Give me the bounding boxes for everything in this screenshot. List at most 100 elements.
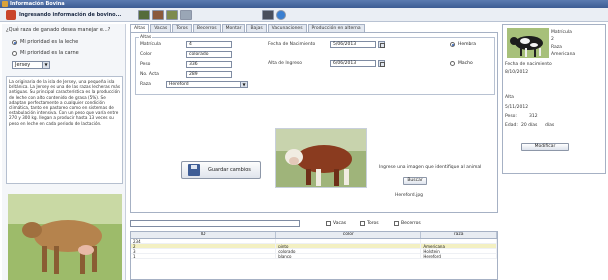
no-acta-label: No. Acta: [140, 72, 159, 77]
column-header-raza[interactable]: raza: [421, 232, 497, 238]
peso-field[interactable]: 336: [186, 61, 232, 68]
detail-peso-label: Peso:: [505, 114, 517, 119]
tab-strip: Altas Vacas Toros Becerros Montar Bajas …: [130, 24, 365, 32]
detail-card: Matrícula 2 Raza Americana Fecha de naci…: [502, 24, 606, 174]
cell-raza: Hereford: [421, 254, 497, 258]
cell-id: 2: [131, 244, 277, 248]
tab-montar[interactable]: Montar: [221, 24, 246, 32]
tab-vacunaciones[interactable]: Vacunaciones: [267, 24, 307, 32]
table-header: ID color raza: [131, 232, 497, 239]
search-image-button[interactable]: Buscar: [403, 177, 427, 185]
no-acta-field[interactable]: 289: [186, 71, 232, 78]
radio-hembra[interactable]: [450, 42, 455, 47]
cattle-icon-button[interactable]: [152, 10, 164, 20]
pasture-icon-button[interactable]: [166, 10, 178, 20]
holstein-cow-image: [507, 28, 549, 58]
option-milk[interactable]: Mi prioridad es la leche: [12, 39, 78, 45]
jersey-cow-image: [8, 194, 122, 280]
table-row[interactable]: 1 blanco Hereford: [131, 254, 497, 259]
detail-matricula-label: Matrícula: [551, 30, 572, 35]
tab-toros[interactable]: Toros: [172, 24, 192, 32]
fecha-nacimiento-field[interactable]: 5/06/2013: [330, 41, 376, 48]
radio-meat[interactable]: [12, 50, 17, 56]
option-meat-label: Mi prioridad es la carne: [20, 50, 79, 56]
cattle-table: ID color raza 234 2 pinto Americana 3 co…: [130, 231, 498, 280]
raza-select[interactable]: Hereford ▼: [166, 81, 248, 88]
modify-button[interactable]: Modificar: [521, 143, 569, 151]
altas-fieldset: Altas Matrícula 4 Color colorado Peso 33…: [135, 35, 495, 95]
floppy-disk-icon: [188, 164, 200, 176]
cell-color: blanco: [276, 254, 422, 258]
main-panel: Altas Vacas Toros Becerros Montar Bajas …: [128, 24, 500, 280]
alta-ingreso-label: Alta de Ingreso: [268, 61, 302, 66]
chevron-down-icon[interactable]: ▼: [240, 82, 247, 87]
color-field[interactable]: colorado: [186, 51, 232, 58]
refresh-icon-button[interactable]: [276, 10, 286, 20]
detail-matricula-value: 2: [551, 37, 554, 42]
altas-legend: Altas: [139, 35, 153, 40]
image-prompt: Ingrese una imagen que identifique al an…: [379, 165, 482, 170]
detail-fecha-label: Fecha de nacimiento: [505, 62, 552, 67]
filter-input[interactable]: [130, 220, 300, 227]
cell-id: 3: [131, 249, 277, 253]
column-header-color[interactable]: color: [276, 232, 422, 238]
option-meat[interactable]: Mi prioridad es la carne: [12, 50, 79, 56]
tab-produccion[interactable]: Producción en alterna: [307, 24, 365, 32]
save-button[interactable]: Guardar cambios: [181, 161, 261, 179]
matricula-label: Matrícula: [140, 42, 161, 47]
breed-question: ¿Qué raza de ganado desea manejar e...?: [6, 27, 110, 33]
hereford-cow-image: [275, 128, 367, 188]
detail-raza-value: Americana: [551, 52, 576, 57]
cell-raza: [421, 239, 497, 243]
matricula-field[interactable]: 4: [186, 41, 232, 48]
filter-bar: Vacas Toros Becerros: [130, 218, 498, 228]
checkbox-vacas[interactable]: [326, 221, 331, 226]
checkbox-becerros[interactable]: [394, 221, 399, 226]
tab-vacas[interactable]: Vacas: [150, 24, 172, 32]
chevron-down-icon[interactable]: ▼: [42, 62, 49, 68]
window-title: Información Bovina: [10, 1, 65, 7]
cell-color: [276, 239, 422, 243]
column-header-id[interactable]: ID: [131, 232, 277, 238]
filter-becerros[interactable]: Becerros: [394, 221, 421, 226]
calendar-icon[interactable]: [378, 41, 385, 48]
tab-bajas[interactable]: Bajas: [246, 24, 267, 32]
detail-raza-label: Raza: [551, 45, 562, 50]
breed-select[interactable]: Jersey ▼: [12, 61, 50, 69]
cell-raza: Americana: [421, 244, 497, 248]
breed-panel: ¿Qué raza de ganado desea manejar e...? …: [2, 24, 126, 280]
sex-hembra[interactable]: Hembra: [450, 42, 476, 47]
color-label: Color: [140, 52, 152, 57]
field-icon-button[interactable]: [138, 10, 150, 20]
filter-vacas[interactable]: Vacas: [326, 221, 346, 226]
cell-color: colorado: [276, 249, 422, 253]
app-icon: [2, 1, 8, 7]
peso-label: Peso: [140, 62, 151, 67]
breed-description: La originaria de la isla de Jersey, una …: [6, 76, 123, 184]
detail-panel: Matrícula 2 Raza Americana Fecha de naci…: [502, 24, 606, 280]
cell-id: 1: [131, 254, 277, 258]
raza-label: Raza: [140, 82, 151, 87]
filter-toros[interactable]: Toros: [360, 221, 379, 226]
report-icon-button[interactable]: [262, 10, 274, 20]
tab-altas[interactable]: Altas: [130, 24, 150, 32]
alta-ingreso-field[interactable]: 6/06/2013: [330, 60, 376, 67]
barn-icon-button[interactable]: [180, 10, 192, 20]
image-filename: Hereford.jpg: [395, 193, 424, 198]
detail-edad-value: 20 días: [521, 123, 538, 128]
detail-peso-value: 312: [529, 114, 538, 119]
fecha-nacimiento-label: Fecha de Nacimiento: [268, 42, 316, 47]
detail-edad-label: Edad:: [505, 123, 518, 128]
checkbox-toros[interactable]: [360, 221, 365, 226]
breed-question-text: ¿Qué raza de ganado desea manejar e...?: [6, 27, 111, 33]
sex-macho[interactable]: Macho: [450, 61, 473, 66]
calendar-icon[interactable]: [378, 60, 385, 67]
radio-macho[interactable]: [450, 61, 455, 66]
radio-milk[interactable]: [12, 39, 17, 45]
filter-toros-label: Toros: [367, 221, 379, 226]
option-milk-label: Mi prioridad es la leche: [20, 39, 79, 45]
window-titlebar: Información Bovina: [0, 0, 608, 8]
cell-id: 234: [131, 239, 277, 243]
cell-color: pinto: [276, 244, 422, 248]
tab-becerros[interactable]: Becerros: [192, 24, 221, 32]
